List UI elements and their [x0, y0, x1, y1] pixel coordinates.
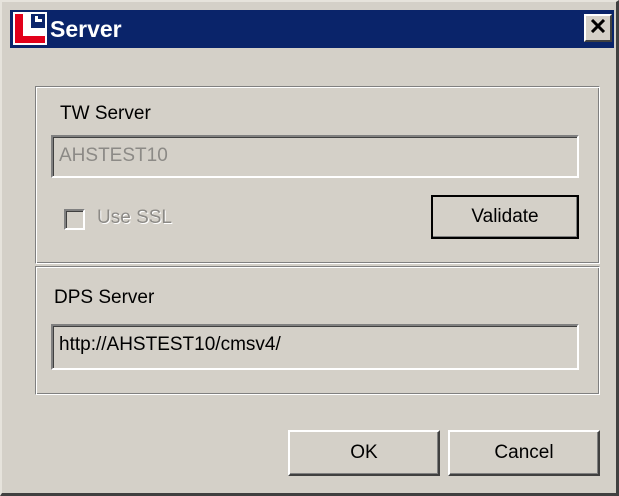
- dps-server-label: DPS Server: [54, 287, 155, 308]
- use-ssl-label: Use SSL: [97, 207, 172, 228]
- server-dialog: Server TW Server AHSTEST10 Use SSL Valid…: [0, 0, 619, 496]
- tw-server-group: TW Server AHSTEST10 Use SSL Validate: [35, 86, 600, 264]
- cancel-button[interactable]: Cancel: [448, 430, 600, 476]
- window-title: Server: [50, 16, 122, 42]
- dps-server-group: DPS Server http://AHSTEST10/cmsv4/: [35, 266, 600, 395]
- close-x-icon: [590, 18, 606, 38]
- tw-server-label: TW Server: [60, 103, 151, 124]
- ok-button[interactable]: OK: [288, 430, 440, 476]
- dps-server-input[interactable]: http://AHSTEST10/cmsv4/: [51, 324, 579, 370]
- tw-server-input[interactable]: AHSTEST10: [51, 135, 579, 178]
- close-button[interactable]: [584, 14, 612, 42]
- title-bar[interactable]: Server: [10, 10, 614, 48]
- validate-button[interactable]: Validate: [431, 195, 579, 239]
- use-ssl-checkbox[interactable]: [64, 209, 85, 230]
- red-app-logo-icon: [13, 12, 47, 45]
